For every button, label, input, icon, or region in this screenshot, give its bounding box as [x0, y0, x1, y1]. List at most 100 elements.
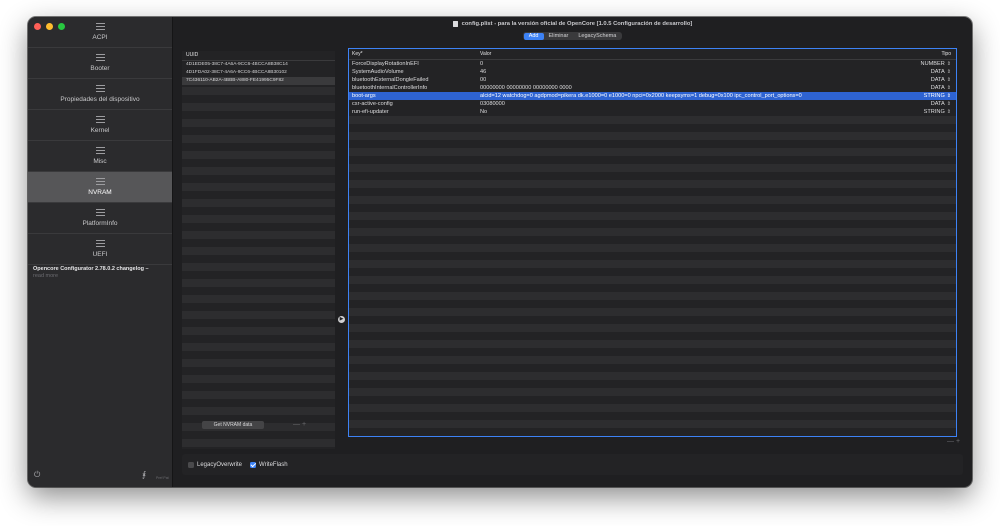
table-row[interactable]: bluetoothInternalControllerInfo 00000000…	[349, 84, 956, 92]
sidebar: ACPI Booter Propiedades del dispositivo …	[28, 17, 173, 487]
window-title: config.plist - para la versión oficial d…	[461, 21, 693, 27]
row-type: DATA	[930, 85, 945, 91]
row-key[interactable]: bluetoothInternalControllerInfo	[349, 84, 480, 92]
table-row-selected[interactable]: boot-args alcid=12 watchdog=0 agdpmod=pi…	[349, 92, 956, 100]
power-icon[interactable]: ⏻	[34, 470, 43, 479]
stepper-icon: ⇕	[946, 93, 951, 99]
row-type-select[interactable]: NUMBER ⇕	[916, 60, 956, 68]
row-type-select[interactable]: DATA ⇕	[916, 100, 956, 108]
sidebar-item-label: PlatformInfo	[82, 220, 118, 227]
table-add-remove[interactable]: — +	[947, 438, 960, 446]
stepper-icon: ⇕	[946, 109, 951, 115]
changelog-read-more-link[interactable]: read more	[33, 273, 169, 280]
get-nvram-button[interactable]: Get NVRAM data	[202, 421, 264, 429]
stepper-icon: ⇕	[946, 101, 951, 107]
tab-add[interactable]: Add	[523, 32, 544, 40]
list-icon	[95, 85, 105, 93]
row-value[interactable]: No	[480, 108, 916, 116]
row-key[interactable]: run-efi-updater	[349, 108, 480, 116]
minimize-button[interactable]	[46, 23, 53, 30]
close-button[interactable]	[34, 23, 41, 30]
sidebar-item-kernel[interactable]: Kernel	[28, 110, 172, 141]
sidebar-item-nvram[interactable]: NVRAM	[28, 172, 172, 203]
checkbox-checked[interactable]	[250, 461, 257, 468]
row-type: DATA	[930, 69, 945, 75]
row-type-select[interactable]: DATA ⇕	[916, 84, 956, 92]
uuid-add-remove[interactable]: — +	[293, 421, 306, 429]
table-row[interactable]: csr-active-config 03080000 DATA ⇕	[349, 100, 956, 108]
tab-eliminar[interactable]: Eliminar	[544, 33, 574, 40]
row-value[interactable]: 00	[480, 76, 916, 84]
stepper-icon: ⇕	[946, 69, 951, 75]
list-icon	[95, 54, 105, 62]
uuid-row[interactable]: 4D1EDE05-38C7-4A6A-9CC6-4BCCA8B38C14	[182, 61, 335, 69]
options-bar: LegacyOverwrite WriteFlash	[182, 454, 963, 475]
nvram-table: Key* Valor Tipo ForceDisplayRotationInEF…	[348, 48, 957, 437]
sidebar-item-label: Booter	[90, 65, 110, 72]
key-column-header[interactable]: Key*	[349, 49, 480, 59]
sidebar-item-device-properties[interactable]: Propiedades del dispositivo	[28, 79, 172, 110]
sidebar-item-label: Misc	[93, 158, 107, 165]
row-value[interactable]: 0	[480, 60, 916, 68]
row-type: STRING	[923, 109, 945, 115]
uuid-column-header: UUID	[182, 51, 335, 61]
list-icon	[95, 178, 105, 186]
list-icon	[95, 240, 105, 248]
type-column-header[interactable]: Tipo	[916, 49, 956, 59]
row-type-select[interactable]: DATA ⇕	[916, 68, 956, 76]
list-icon	[95, 209, 105, 217]
sidebar-item-label: NVRAM	[88, 189, 112, 196]
row-key[interactable]: boot-args	[349, 92, 480, 100]
sidebar-item-uefi[interactable]: UEFI	[28, 234, 172, 265]
title-bar: config.plist - para la versión oficial d…	[173, 17, 972, 31]
checkbox-label: WriteFlash	[259, 461, 288, 468]
table-row[interactable]: run-efi-updater No STRING ⇕	[349, 108, 956, 116]
row-value[interactable]: alcid=12 watchdog=0 agdpmod=pikera dk.e1…	[480, 92, 916, 100]
row-type: DATA	[930, 101, 945, 107]
row-key[interactable]: SystemAudioVolume	[349, 68, 480, 76]
stepper-icon: ⇕	[946, 77, 951, 83]
row-value[interactable]: 00000000 00000000 00000000 0000	[480, 84, 916, 92]
row-type-select[interactable]: STRING ⇕	[916, 108, 956, 116]
share-icon[interactable]: ⨘	[142, 470, 146, 479]
row-value[interactable]: 46	[480, 68, 916, 76]
row-type: DATA	[930, 77, 945, 83]
empty-rows	[182, 87, 335, 449]
sidebar-item-platforminfo[interactable]: PlatformInfo	[28, 203, 172, 234]
sidebar-item-misc[interactable]: Misc	[28, 141, 172, 172]
sidebar-item-label: Propiedades del dispositivo	[60, 96, 140, 103]
row-key[interactable]: csr-active-config	[349, 100, 480, 108]
list-icon	[95, 23, 105, 31]
uuid-row[interactable]: 4D1FDA02-38C7-4A6A-9CC6-4BCCA8B30102	[182, 69, 335, 77]
write-flash-checkbox[interactable]: WriteFlash	[250, 461, 288, 468]
list-icon	[95, 147, 105, 155]
preferences-label[interactable]: Pref Pat	[156, 476, 170, 480]
changelog-title: Opencore Configurator 2.78.0.2 changelog…	[33, 266, 149, 272]
checkbox-unchecked[interactable]	[188, 461, 194, 468]
tab-legacyschema[interactable]: LegacySchema	[573, 33, 621, 40]
stepper-icon: ⇕	[946, 85, 951, 91]
arrow-right-icon[interactable]: ▶	[338, 316, 345, 323]
table-header: Key* Valor Tipo	[349, 49, 956, 60]
row-key[interactable]: ForceDisplayRotationInEFI	[349, 60, 480, 68]
legacy-overwrite-checkbox[interactable]: LegacyOverwrite	[188, 461, 243, 468]
changelog-note: Opencore Configurator 2.78.0.2 changelog…	[33, 266, 169, 280]
sidebar-item-booter[interactable]: Booter	[28, 48, 172, 79]
tab-bar: Add Eliminar LegacySchema	[28, 32, 972, 40]
value-column-header[interactable]: Valor	[480, 49, 916, 59]
empty-rows	[349, 116, 956, 436]
zoom-button[interactable]	[58, 23, 65, 30]
table-row[interactable]: ForceDisplayRotationInEFI 0 NUMBER ⇕	[349, 60, 956, 68]
document-icon	[452, 21, 458, 27]
row-type-select[interactable]: STRING ⇕	[916, 92, 956, 100]
sidebar-item-label: Kernel	[90, 127, 110, 134]
row-key[interactable]: bluetoothExternalDongleFailed	[349, 76, 480, 84]
table-row[interactable]: SystemAudioVolume 46 DATA ⇕	[349, 68, 956, 76]
checkbox-label: LegacyOverwrite	[197, 461, 243, 468]
uuid-row[interactable]: 7C436110-AB2A-4BBB-A880-FE41995C9F82	[182, 77, 335, 85]
row-type-select[interactable]: DATA ⇕	[916, 76, 956, 84]
row-value[interactable]: 03080000	[480, 100, 916, 108]
sidebar-item-label: UEFI	[92, 251, 108, 258]
table-row[interactable]: bluetoothExternalDongleFailed 00 DATA ⇕	[349, 76, 956, 84]
window-controls	[34, 23, 65, 30]
